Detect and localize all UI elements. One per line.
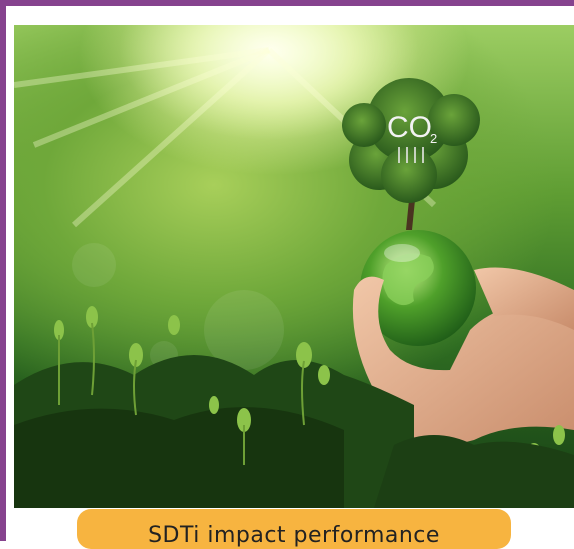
co2-tree-globe-photo: CO 2	[14, 25, 574, 508]
co2-label: CO	[387, 111, 432, 144]
caption-banner: SDTi impact performance	[77, 509, 511, 549]
co2-subscript: 2	[430, 131, 437, 146]
tree-trunk	[406, 200, 415, 230]
globe-highlight	[384, 244, 420, 262]
photo-illustration: CO 2	[14, 25, 574, 508]
caption-text: SDTi impact performance	[148, 523, 440, 548]
bokeh-lights	[72, 243, 284, 370]
